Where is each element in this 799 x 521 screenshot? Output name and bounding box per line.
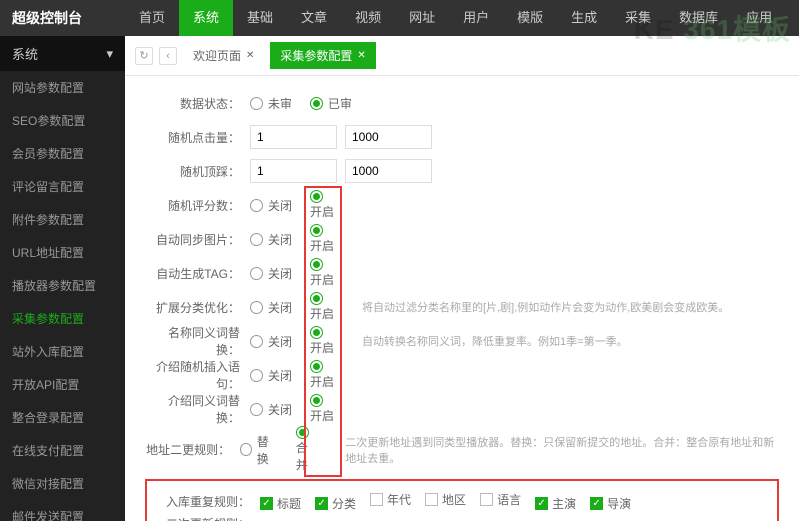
sidebar-category[interactable]: 系统 ▾ bbox=[0, 36, 125, 71]
checkbox[interactable]: 分类 bbox=[315, 495, 356, 512]
row-clicks: 随机点击量： bbox=[145, 120, 779, 154]
nav-item[interactable]: 系统 bbox=[179, 0, 233, 36]
radio-option[interactable]: 关闭 bbox=[250, 333, 292, 350]
clicks-from-input[interactable] bbox=[250, 125, 337, 149]
nav-item[interactable]: 模版 bbox=[503, 0, 557, 36]
radio-row: 自动生成TAG：关闭开启 bbox=[145, 256, 779, 290]
nav-item[interactable]: 基础 bbox=[233, 0, 287, 36]
sidebar-item[interactable]: 开放API配置 bbox=[0, 368, 125, 401]
tab-welcome[interactable]: 欢迎页面✕ bbox=[183, 42, 264, 69]
checkbox[interactable]: 年代 bbox=[370, 491, 411, 508]
radio-row: 介绍随机插入语句：关闭开启 bbox=[145, 358, 779, 392]
checkbox[interactable]: 地区 bbox=[425, 491, 466, 508]
sidebar-item[interactable]: 附件参数配置 bbox=[0, 203, 125, 236]
tops-to-input[interactable] bbox=[345, 159, 432, 183]
radio-option[interactable]: 关闭 bbox=[250, 231, 292, 248]
row-repeat-rule: 入库重复规则： 标题分类年代地区语言主演导演 bbox=[155, 487, 769, 515]
sidebar-item[interactable]: 邮件发送配置 bbox=[0, 500, 125, 521]
settings-form: 数据状态： 未审 已审 随机点击量： 随机顶踩： 随机评分数：关闭开启自动同步图… bbox=[125, 76, 799, 521]
sidebar-item[interactable]: 评论留言配置 bbox=[0, 170, 125, 203]
content-area: ↻ ‹ 欢迎页面✕ 采集参数配置✕ 数据状态： 未审 已审 随机点击量： 随机顶… bbox=[125, 36, 799, 521]
nav-item[interactable]: 生成 bbox=[557, 0, 611, 36]
row-status: 数据状态： 未审 已审 bbox=[145, 86, 779, 120]
radio-option[interactable]: 开启 bbox=[310, 190, 334, 220]
radio-row: 地址二更规则：替换合并二次更新地址遇到同类型播放器。替换：只保留新提交的地址。合… bbox=[145, 426, 779, 473]
radio-option[interactable]: 开启 bbox=[310, 292, 334, 322]
sidebar-item[interactable]: 会员参数配置 bbox=[0, 137, 125, 170]
radio-option[interactable]: 关闭 bbox=[250, 367, 292, 384]
radio-unreviewed[interactable]: 未审 bbox=[250, 95, 292, 112]
radio-row: 随机评分数：关闭开启 bbox=[145, 188, 779, 222]
chevron-down-icon: ▾ bbox=[106, 46, 113, 62]
sidebar-item[interactable]: 播放器参数配置 bbox=[0, 269, 125, 302]
sidebar-item[interactable]: 在线支付配置 bbox=[0, 434, 125, 467]
radio-row: 自动同步图片：关闭开启 bbox=[145, 222, 779, 256]
nav-item[interactable]: 用户 bbox=[449, 0, 503, 36]
radio-row: 介绍同义词替换：关闭开启 bbox=[145, 392, 779, 426]
checkbox[interactable]: 主演 bbox=[535, 495, 576, 512]
close-icon[interactable]: ✕ bbox=[246, 50, 254, 61]
tab-collect-config[interactable]: 采集参数配置✕ bbox=[270, 42, 375, 69]
radio-option[interactable]: 合并 bbox=[296, 426, 318, 473]
radio-option[interactable]: 关闭 bbox=[250, 197, 292, 214]
sidebar-item[interactable]: 站外入库配置 bbox=[0, 335, 125, 368]
radio-option[interactable]: 开启 bbox=[310, 394, 334, 424]
radio-option[interactable]: 开启 bbox=[310, 326, 334, 356]
sidebar-item[interactable]: URL地址配置 bbox=[0, 236, 125, 269]
radio-option[interactable]: 开启 bbox=[310, 360, 334, 390]
nav-item[interactable]: 网址 bbox=[395, 0, 449, 36]
radio-row: 扩展分类优化：关闭开启将自动过滤分类名称里的[片,剧],例如动作片会变为动作,欧… bbox=[145, 290, 779, 324]
sidebar-item[interactable]: 采集参数配置 bbox=[0, 302, 125, 335]
checkbox[interactable]: 语言 bbox=[480, 491, 521, 508]
sidebar-item[interactable]: 网站参数配置 bbox=[0, 71, 125, 104]
tops-from-input[interactable] bbox=[250, 159, 337, 183]
refresh-icon[interactable]: ↻ bbox=[135, 47, 153, 65]
nav-item[interactable]: 视频 bbox=[341, 0, 395, 36]
row-tops: 随机顶踩： bbox=[145, 154, 779, 188]
sidebar-item[interactable]: 微信对接配置 bbox=[0, 467, 125, 500]
radio-option[interactable]: 替换 bbox=[240, 433, 278, 467]
app-logo: 超级控制台 bbox=[0, 8, 125, 28]
radio-option[interactable]: 关闭 bbox=[250, 299, 292, 316]
rules-highlight-box: 入库重复规则： 标题分类年代地区语言主演导演 二次更新规则： 播放地址下载地址连… bbox=[145, 479, 779, 521]
sidebar-item[interactable]: SEO参数配置 bbox=[0, 104, 125, 137]
sidebar: 系统 ▾ 网站参数配置SEO参数配置会员参数配置评论留言配置附件参数配置URL地… bbox=[0, 36, 125, 521]
radio-option[interactable]: 开启 bbox=[310, 224, 334, 254]
clicks-to-input[interactable] bbox=[345, 125, 432, 149]
row-update-rule: 二次更新规则： 播放地址下载地址连载数备注导演主演年代地区语言 bbox=[155, 515, 769, 521]
back-icon[interactable]: ‹ bbox=[159, 47, 177, 65]
checkbox[interactable]: 导演 bbox=[590, 495, 631, 512]
sidebar-item[interactable]: 整合登录配置 bbox=[0, 401, 125, 434]
checkbox[interactable]: 标题 bbox=[260, 495, 301, 512]
radio-option[interactable]: 关闭 bbox=[250, 265, 292, 282]
radio-option[interactable]: 关闭 bbox=[250, 401, 292, 418]
radio-row: 名称同义词替换：关闭开启自动转换名称同义词，降低重复率。例如1季=第一季。 bbox=[145, 324, 779, 358]
radio-option[interactable]: 开启 bbox=[310, 258, 334, 288]
watermark-logo: KE 361模板 bbox=[634, 8, 791, 48]
nav-item[interactable]: 首页 bbox=[125, 0, 179, 36]
close-icon[interactable]: ✕ bbox=[357, 50, 365, 61]
nav-item[interactable]: 文章 bbox=[287, 0, 341, 36]
radio-reviewed[interactable]: 已审 bbox=[310, 95, 352, 112]
